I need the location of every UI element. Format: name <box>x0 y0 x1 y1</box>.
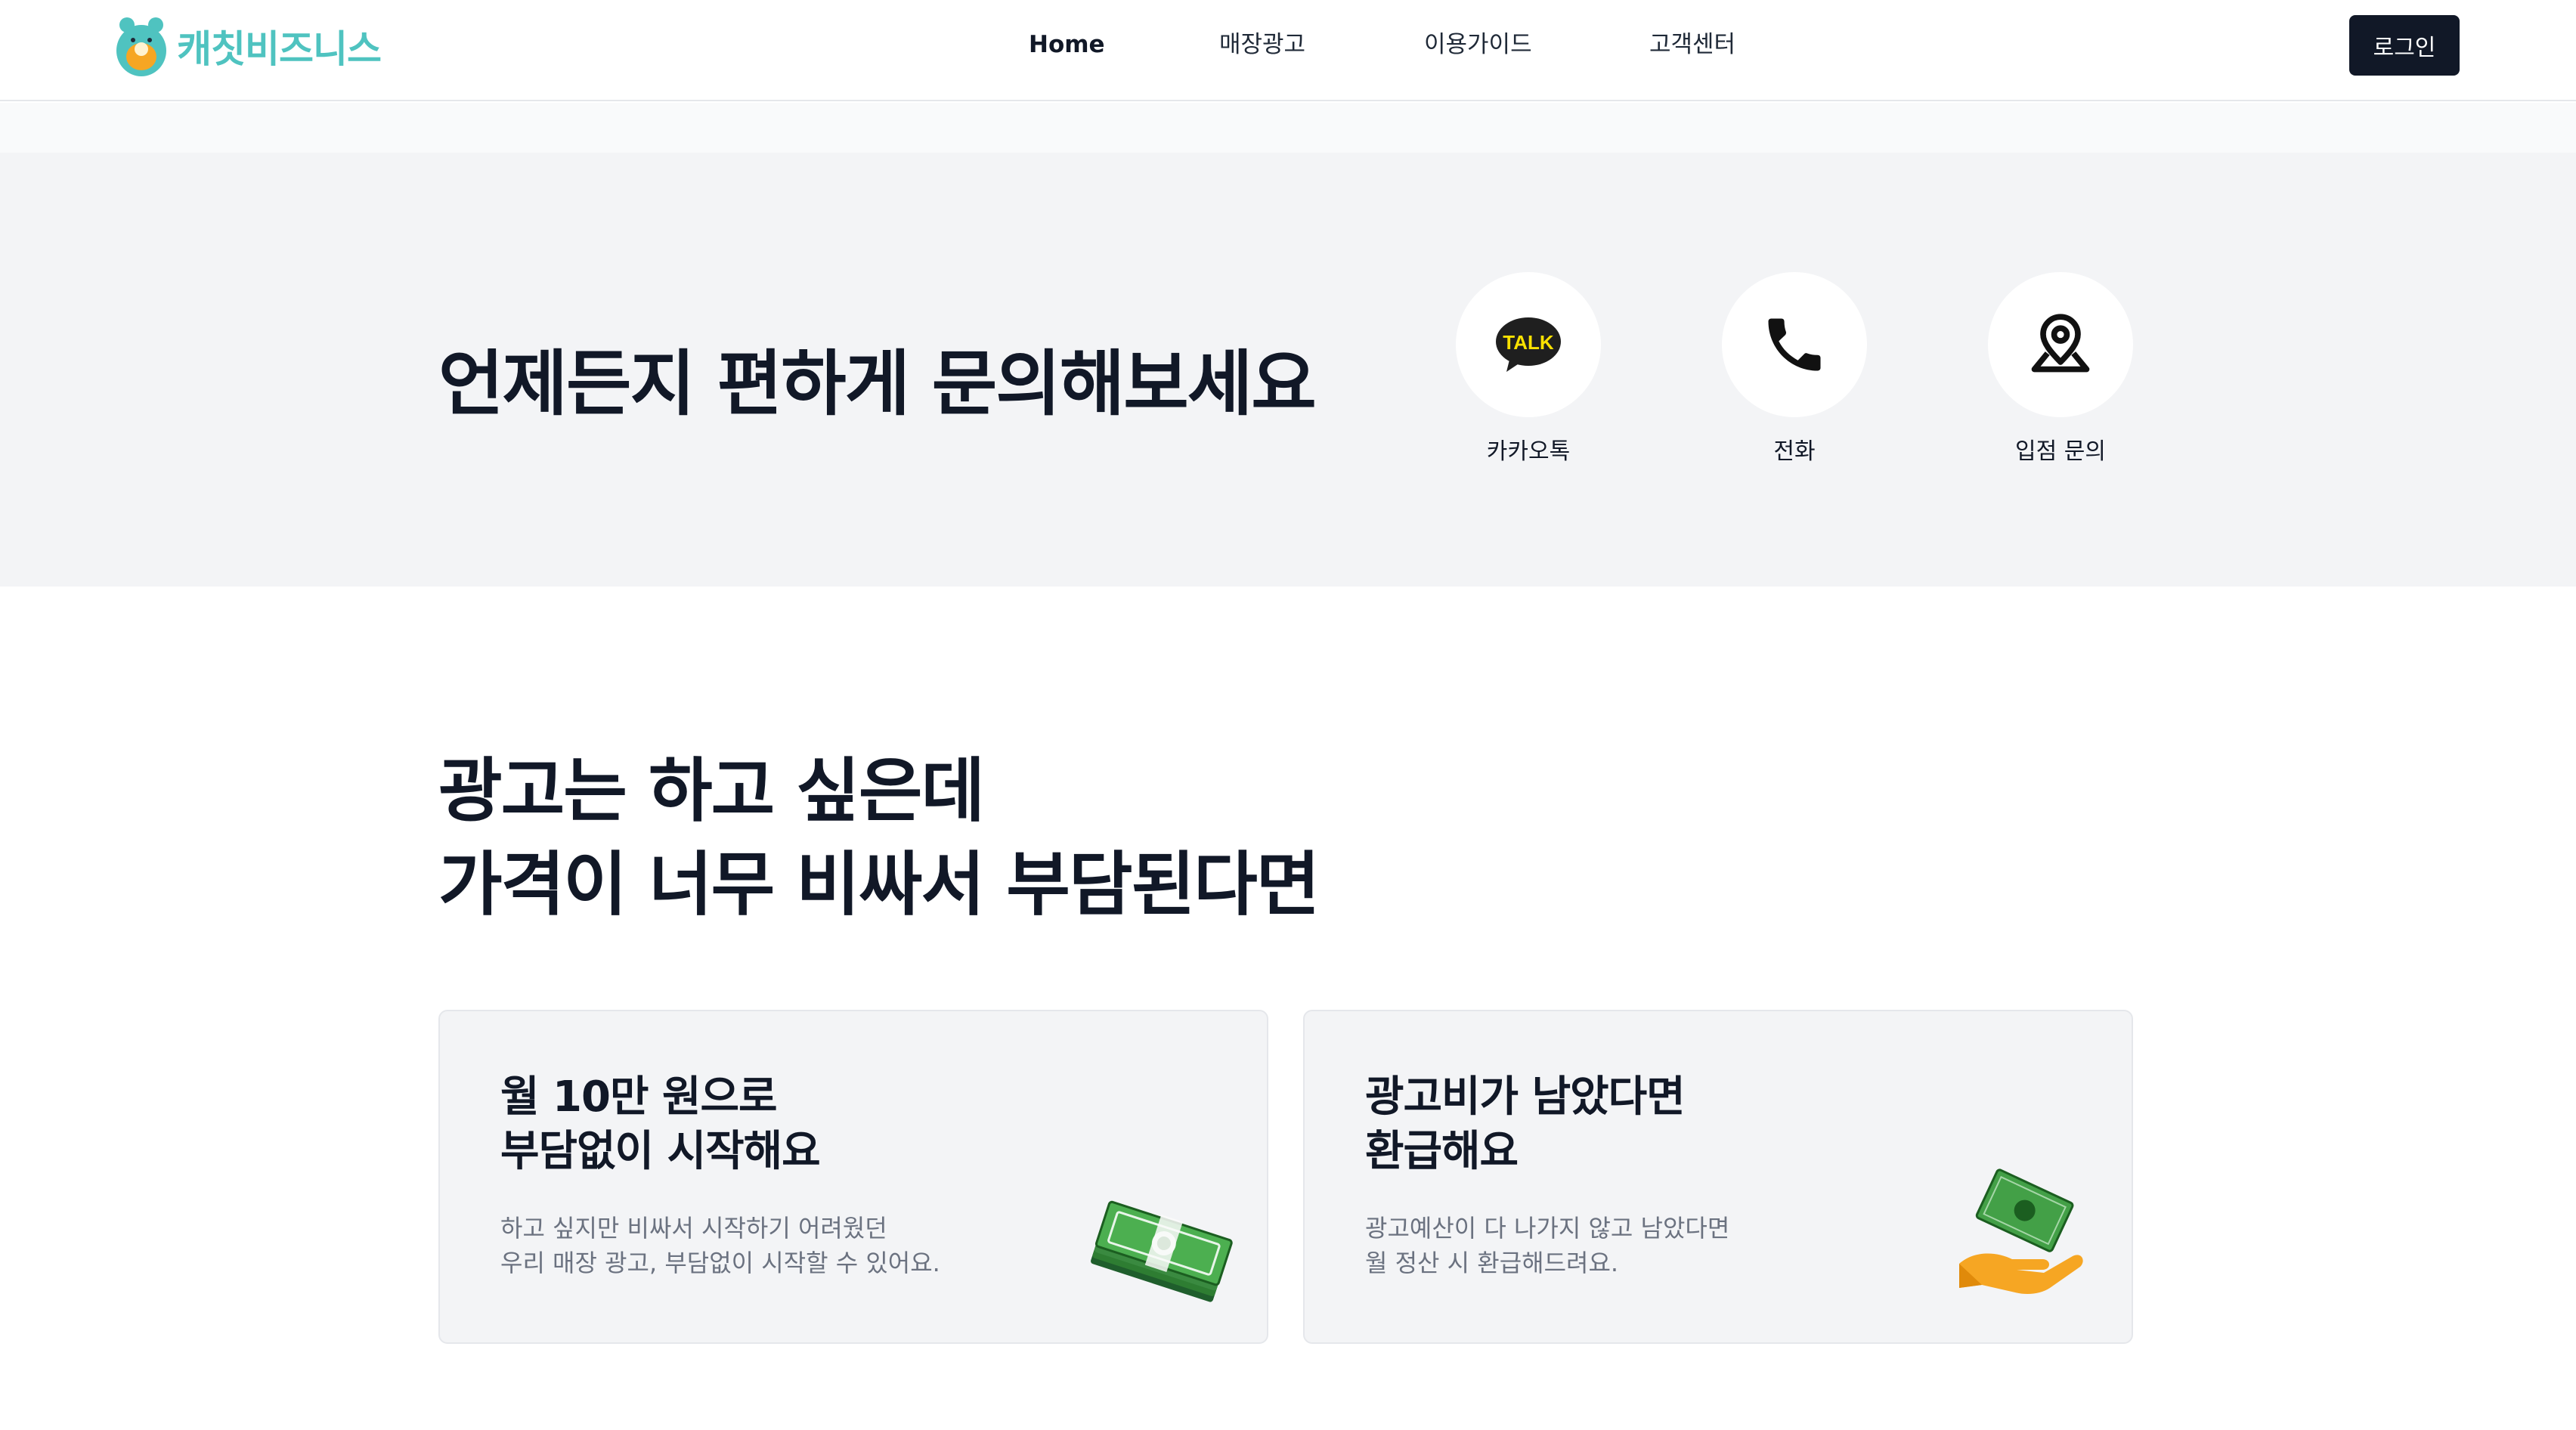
nav-customer-center[interactable]: 고객센터 <box>1649 26 1735 63</box>
card-description-line: 광고예산이 다 나가지 않고 남았다면 <box>1365 1214 1730 1243</box>
card-description-line: 우리 매장 광고, 부담없이 시작할 수 있어요. <box>500 1249 940 1277</box>
card-description-line: 월 정산 시 환급해드려요. <box>1365 1249 1619 1277</box>
contact-kakaotalk-button[interactable]: TALK <box>1456 272 1601 417</box>
nav-home[interactable]: Home <box>1029 26 1105 63</box>
pricing-section-title: 광고는 하고 싶은데 가격이 너무 비싸서 부담된다면 <box>438 744 1320 932</box>
contact-kakaotalk[interactable]: TALK 카카오톡 <box>1454 272 1602 466</box>
money-stack-image <box>1091 1200 1233 1302</box>
contact-title: 언제든지 편하게 문의해보세요 <box>438 343 1317 426</box>
card-title-line: 부담없이 시작해요 <box>500 1127 821 1176</box>
contact-phone-label: 전화 <box>1773 438 1816 465</box>
card-title-line: 광고비가 남았다면 <box>1365 1072 1686 1122</box>
card-description: 광고예산이 다 나가지 않고 남았다면 월 정산 시 환급해드려요. <box>1365 1211 1729 1280</box>
card-title: 월 10만 원으로 부담없이 시작해요 <box>500 1070 821 1179</box>
login-button[interactable]: 로그인 <box>2349 15 2460 76</box>
phone-icon <box>1768 318 1821 371</box>
location-pin-icon <box>2031 314 2090 373</box>
nav-usage-guide[interactable]: 이용가이드 <box>1424 26 1532 63</box>
kakaotalk-badge: TALK <box>1503 331 1554 354</box>
card-description: 하고 싶지만 비싸서 시작하기 어려웠던 우리 매장 광고, 부담없이 시작할 … <box>500 1211 940 1280</box>
header-spacer <box>0 103 2576 153</box>
contact-store-inquiry-button[interactable] <box>1988 272 2133 417</box>
brand-logo[interactable]: 캐칫비즈니스 <box>115 14 382 79</box>
card-description-line: 하고 싶지만 비싸서 시작하기 어려웠던 <box>500 1214 887 1243</box>
contact-phone-button[interactable] <box>1722 272 1867 417</box>
top-navigation-bar: 캐칫비즈니스 Home 매장광고 이용가이드 고객센터 로그인 <box>0 0 2576 101</box>
card-title-line: 환급해요 <box>1365 1127 1519 1176</box>
section-title-line-1: 광고는 하고 싶은데 <box>438 751 985 831</box>
section-title-line-2: 가격이 너무 비싸서 부담된다면 <box>438 844 1320 925</box>
bear-logo-icon <box>116 17 166 76</box>
contact-kakaotalk-label: 카카오톡 <box>1486 438 1571 465</box>
contact-store-inquiry-label: 입점 문의 <box>2015 438 2106 465</box>
card-title-line: 월 10만 원으로 <box>500 1072 778 1122</box>
feature-card-monthly-price: 월 10만 원으로 부담없이 시작해요 하고 싶지만 비싸서 시작하기 어려웠던… <box>438 1010 1268 1344</box>
contact-phone[interactable]: 전화 <box>1720 272 1869 466</box>
refund-hand-image <box>1959 1168 2083 1294</box>
contact-section: 언제든지 편하게 문의해보세요 TALK 카카오톡 전화 입점 문의 <box>0 153 2576 587</box>
feature-card-refund: 광고비가 남았다면 환급해요 광고예산이 다 나가지 않고 남았다면 월 정산 … <box>1303 1010 2133 1344</box>
card-title: 광고비가 남았다면 환급해요 <box>1365 1070 1686 1179</box>
brand-name: 캐칫비즈니스 <box>177 27 382 71</box>
kakaotalk-icon: TALK <box>1496 317 1561 372</box>
contact-store-inquiry[interactable]: 입점 문의 <box>1986 272 2135 466</box>
nav-store-ads[interactable]: 매장광고 <box>1219 26 1305 63</box>
